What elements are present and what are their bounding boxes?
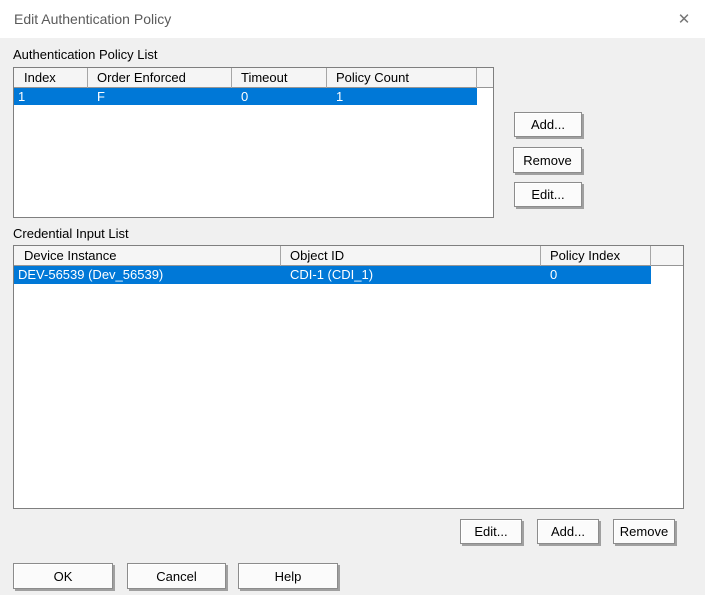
header-filler xyxy=(651,246,683,266)
cancel-button[interactable]: Cancel xyxy=(127,563,226,589)
close-icon[interactable]: ✕ xyxy=(667,0,701,38)
cell-timeout: 0 xyxy=(232,88,327,105)
credential-remove-button[interactable]: Remove xyxy=(613,519,675,544)
credential-input-list-label: Credential Input List xyxy=(13,226,129,241)
column-header-policy-index[interactable]: Policy Index xyxy=(541,246,651,266)
column-header-device-instance[interactable]: Device Instance xyxy=(14,246,281,266)
authentication-policy-list: Index Order Enforced Timeout Policy Coun… xyxy=(13,67,494,218)
column-header-policy-count[interactable]: Policy Count xyxy=(327,68,477,88)
cell-object-id: CDI-1 (CDI_1) xyxy=(281,266,541,284)
credential-edit-button[interactable]: Edit... xyxy=(460,519,522,544)
help-button[interactable]: Help xyxy=(238,563,338,589)
bottom-strip xyxy=(0,595,705,600)
header-filler xyxy=(477,68,493,88)
cell-device-instance: DEV-56539 (Dev_56539) xyxy=(14,266,281,284)
cell-index: 1 xyxy=(14,88,88,105)
authentication-policy-list-label: Authentication Policy List xyxy=(13,47,158,62)
window-title: Edit Authentication Policy xyxy=(14,0,171,38)
edit-authentication-policy-dialog: Edit Authentication Policy ✕ Authenticat… xyxy=(0,0,705,600)
title-bar: Edit Authentication Policy ✕ xyxy=(0,0,705,38)
policy-table-row[interactable]: 1 F 0 1 xyxy=(14,88,477,105)
ok-button[interactable]: OK xyxy=(13,563,113,589)
credential-table-row[interactable]: DEV-56539 (Dev_56539) CDI-1 (CDI_1) 0 xyxy=(14,266,651,284)
cell-order-enforced: F xyxy=(88,88,232,105)
policy-edit-button[interactable]: Edit... xyxy=(514,182,582,207)
column-header-order-enforced[interactable]: Order Enforced xyxy=(88,68,232,88)
column-header-timeout[interactable]: Timeout xyxy=(232,68,327,88)
policy-remove-button[interactable]: Remove xyxy=(513,147,582,173)
policy-list-header: Index Order Enforced Timeout Policy Coun… xyxy=(14,68,493,88)
policy-add-button[interactable]: Add... xyxy=(514,112,582,137)
column-header-object-id[interactable]: Object ID xyxy=(281,246,541,266)
credential-add-button[interactable]: Add... xyxy=(537,519,599,544)
column-header-index[interactable]: Index xyxy=(14,68,88,88)
credential-input-list: Device Instance Object ID Policy Index D… xyxy=(13,245,684,509)
cell-policy-count: 1 xyxy=(327,88,477,105)
credential-list-header: Device Instance Object ID Policy Index xyxy=(14,246,683,266)
cell-policy-index: 0 xyxy=(541,266,651,284)
